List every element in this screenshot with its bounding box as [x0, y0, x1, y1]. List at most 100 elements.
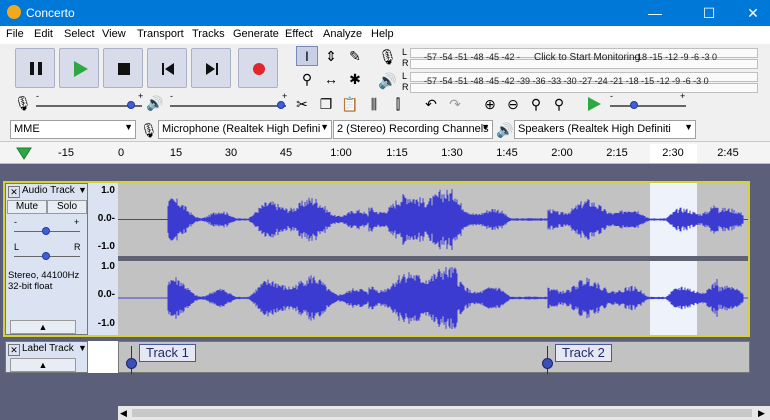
redo-button[interactable]: ↷	[444, 94, 466, 114]
fit-project-button[interactable]: ⚲	[548, 94, 570, 114]
track-menu-chevron-icon[interactable]: ▼	[78, 185, 87, 195]
toolbar-area: I ⇕ ✎ ⚲ ↔ ✱ 🎙 L R -57 -54 -51 -48 -45 -4…	[0, 44, 770, 142]
record-meter-mic-icon[interactable]: 🎙	[378, 48, 397, 66]
solo-button[interactable]: Solo	[47, 200, 87, 214]
play-speed-slider[interactable]	[610, 105, 686, 107]
vertical-scale[interactable]: 1.0 0.0- -1.0 1.0 0.0- -1.0	[88, 183, 118, 335]
play-at-speed-button[interactable]	[585, 95, 603, 116]
playback-volume-slider[interactable]	[170, 105, 286, 107]
multi-tool[interactable]: ✱	[344, 69, 366, 89]
skip-to-end-button[interactable]	[191, 48, 231, 88]
playback-volume-thumb[interactable]	[277, 101, 285, 109]
pan-left: L	[14, 242, 20, 252]
play-speed-thumb[interactable]	[630, 101, 638, 109]
audio-host-select[interactable]: MME ▼	[10, 120, 136, 139]
label-handle-icon[interactable]	[126, 358, 137, 369]
collapse-label-track-button[interactable]: ▲	[10, 358, 76, 372]
selection-tool[interactable]: I	[296, 46, 318, 66]
label-track-name[interactable]: Label Track	[22, 343, 74, 354]
paste-button[interactable]: 📋	[339, 94, 361, 114]
zoom-in-button[interactable]: ⊕	[479, 94, 501, 114]
maximize-button[interactable]: ☐	[686, 0, 732, 26]
scroll-thumb[interactable]	[132, 409, 752, 417]
skip-to-start-button[interactable]	[147, 48, 187, 88]
record-volume-thumb[interactable]	[127, 101, 135, 109]
track-format-info: Stereo, 44100Hz	[8, 270, 80, 281]
timeline-ruler[interactable]: -15 0 15 30 45 1:00 1:15 1:30 1:45 2:00 …	[0, 142, 770, 164]
envelope-tool[interactable]: ⇕	[320, 46, 342, 66]
record-button[interactable]	[238, 48, 278, 88]
meter-l: L	[402, 47, 408, 57]
recording-device-mic-icon: 🎙	[140, 122, 158, 138]
label-track-1[interactable]: Track 1	[139, 344, 196, 362]
stop-icon	[118, 63, 130, 75]
playback-device-select[interactable]: Speakers (Realtek High Definiti ▼	[514, 120, 696, 139]
time-shift-tool[interactable]: ↔	[320, 69, 342, 89]
cut-button[interactable]: ✂	[291, 94, 313, 114]
label-track-2[interactable]: Track 2	[555, 344, 612, 362]
playback-meter-speaker-icon[interactable]: 🔊	[378, 72, 397, 90]
label-track-menu-chevron-icon[interactable]: ▼	[78, 343, 87, 353]
recording-device-select[interactable]: Microphone (Realtek High Defini ▼	[158, 120, 332, 139]
silence-button[interactable]: ⫿	[387, 94, 409, 114]
record-monitor-prompt[interactable]: Click to Start Monitoring	[534, 52, 640, 63]
pin-playhead-icon[interactable]	[16, 146, 32, 160]
waveform-left-svg	[118, 189, 748, 250]
menu-view[interactable]: View	[102, 28, 126, 40]
menu-file[interactable]: File	[6, 28, 24, 40]
close-label-track-icon[interactable]: ✕	[8, 344, 20, 356]
audio-track-name[interactable]: Audio Track	[22, 185, 75, 196]
menu-effect[interactable]: Effect	[285, 28, 313, 40]
draw-tool[interactable]: ✎	[344, 46, 366, 66]
menu-analyze[interactable]: Analyze	[323, 28, 362, 40]
playback-device-speaker-icon: 🔊	[496, 122, 514, 138]
stop-button[interactable]	[103, 48, 143, 88]
pause-button[interactable]	[15, 48, 55, 88]
recording-channels-select[interactable]: 2 (Stereo) Recording Channels ▼	[333, 120, 493, 139]
playback-volume-speaker-icon: 🔊	[146, 95, 164, 111]
minimize-button[interactable]: —	[632, 0, 678, 26]
menu-help[interactable]: Help	[371, 28, 394, 40]
copy-button[interactable]: ❐	[315, 94, 337, 114]
meter-r-play: R	[402, 82, 409, 92]
collapse-track-button[interactable]: ▲	[10, 320, 76, 334]
trim-button[interactable]: ⫼	[363, 94, 385, 114]
label-track-area[interactable]: Track 1 Track 2	[118, 341, 750, 374]
waveform-channel-right[interactable]	[118, 261, 748, 335]
menu-tracks[interactable]: Tracks	[192, 28, 225, 40]
menu-select[interactable]: Select	[64, 28, 95, 40]
track-area: ✕ Audio Track ▼ Mute Solo - + L R Stereo…	[0, 164, 770, 404]
chevron-down-icon: ▼	[684, 122, 693, 132]
recording-device-value: Microphone (Realtek High Defini	[162, 123, 321, 135]
scroll-left-icon[interactable]: ◀	[120, 408, 127, 419]
double-arrow-icon: ↔	[324, 71, 338, 87]
record-meter-scale: -57 -54 -51 -48 -45 -42 -	[424, 52, 521, 62]
horizontal-scrollbar[interactable]: ◀ ▶	[118, 406, 770, 420]
asterisk-icon: ✱	[349, 71, 361, 87]
window-title: Concerto	[26, 6, 75, 20]
label-handle-icon[interactable]	[542, 358, 553, 369]
fit-selection-button[interactable]: ⚲	[525, 94, 547, 114]
close-track-icon[interactable]: ✕	[8, 186, 20, 198]
ruler-tick: 45	[279, 147, 293, 159]
undo-button[interactable]: ↶	[420, 94, 442, 114]
rec-vol-plus: +	[138, 91, 144, 101]
gain-thumb[interactable]	[42, 227, 50, 235]
ruler-tick: 1:45	[496, 147, 518, 159]
label-track-spacer	[88, 341, 118, 373]
scroll-right-icon[interactable]: ▶	[758, 408, 765, 419]
mute-button[interactable]: Mute	[7, 200, 47, 214]
zoom-tool[interactable]: ⚲	[296, 69, 318, 89]
meter-r: R	[402, 58, 409, 68]
zoom-out-button[interactable]: ⊖	[502, 94, 524, 114]
ruler-tick: 2:45	[717, 147, 739, 159]
pan-thumb[interactable]	[42, 252, 50, 260]
menu-edit[interactable]: Edit	[34, 28, 53, 40]
menu-generate[interactable]: Generate	[233, 28, 279, 40]
menu-transport[interactable]: Transport	[137, 28, 184, 40]
waveform-channel-left[interactable]	[118, 183, 748, 256]
play-button[interactable]	[59, 48, 99, 88]
speed-plus: +	[680, 91, 686, 101]
meter-l-play: L	[402, 71, 408, 81]
close-button[interactable]: ✕	[730, 0, 770, 26]
